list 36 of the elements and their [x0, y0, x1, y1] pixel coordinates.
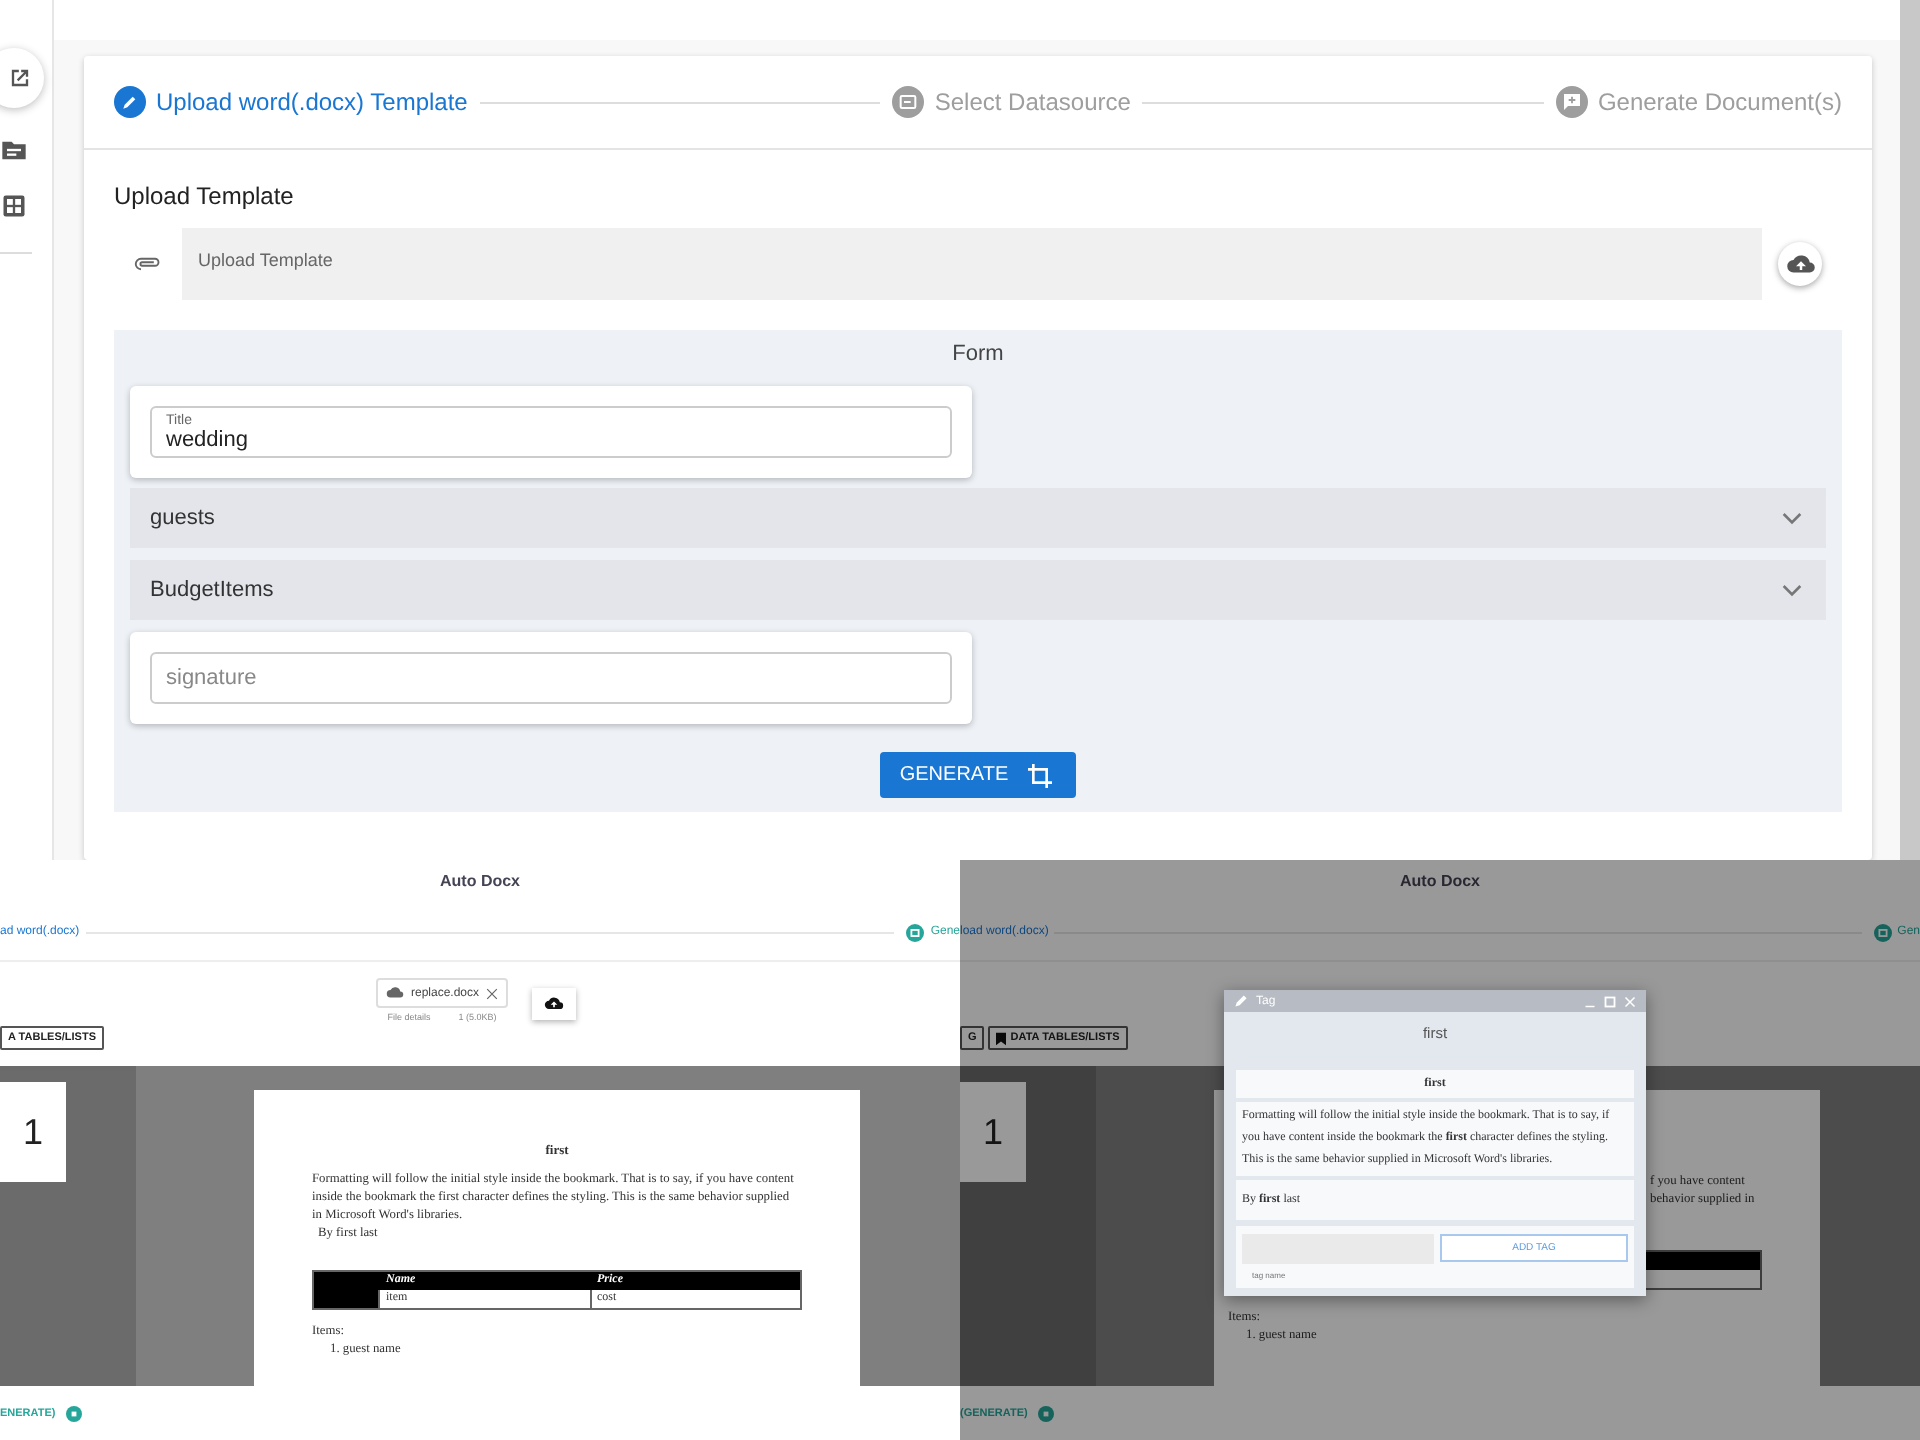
upload-field[interactable]: Upload Template [182, 228, 1762, 300]
bookmark-icon [996, 1031, 1007, 1045]
folder-icon[interactable] [0, 136, 28, 164]
step[interactable]: Upload word(.docx) Template [114, 86, 468, 118]
page-thumbnail[interactable]: 1 [0, 1082, 66, 1182]
step-icon [65, 1405, 82, 1421]
upload-button[interactable] [1778, 242, 1822, 286]
step-icon [1037, 1405, 1054, 1421]
form-title: Form [950, 342, 1006, 366]
generate-button[interactable]: GENERATE [879, 752, 1077, 798]
app-title: Auto Docx [438, 870, 522, 894]
app-title: Auto Docx [1398, 870, 1482, 894]
cloud-icon [386, 984, 405, 1002]
page-thumbnail[interactable]: 1 [960, 1082, 1026, 1182]
paperclip-icon [134, 256, 162, 272]
input-icon [892, 86, 925, 118]
close-icon[interactable] [485, 987, 498, 999]
pencil-icon [114, 86, 146, 118]
pencil-icon [1234, 994, 1248, 1008]
scrollbar[interactable] [1900, 0, 1920, 860]
cloud-upload-icon [1785, 249, 1815, 279]
step[interactable]: Select Datasource [892, 86, 1131, 118]
step-icon [906, 923, 925, 941]
expansion-panel[interactable]: BudgetItems [130, 560, 1826, 620]
step-icon [1873, 923, 1892, 941]
step[interactable]: Generate Document(s) [1555, 86, 1843, 118]
crop-icon [1024, 759, 1057, 791]
cloud-upload-icon [543, 994, 564, 1014]
text-field[interactable]: signature [150, 652, 952, 704]
grid-icon[interactable] [0, 192, 28, 220]
table-cell [314, 1290, 378, 1308]
comment-icon [1555, 86, 1588, 118]
section-heading: Upload Template [114, 182, 296, 210]
open-in-new-icon[interactable] [0, 48, 44, 108]
upload-button[interactable] [531, 988, 576, 1020]
expansion-panel[interactable]: guests [130, 488, 1826, 548]
